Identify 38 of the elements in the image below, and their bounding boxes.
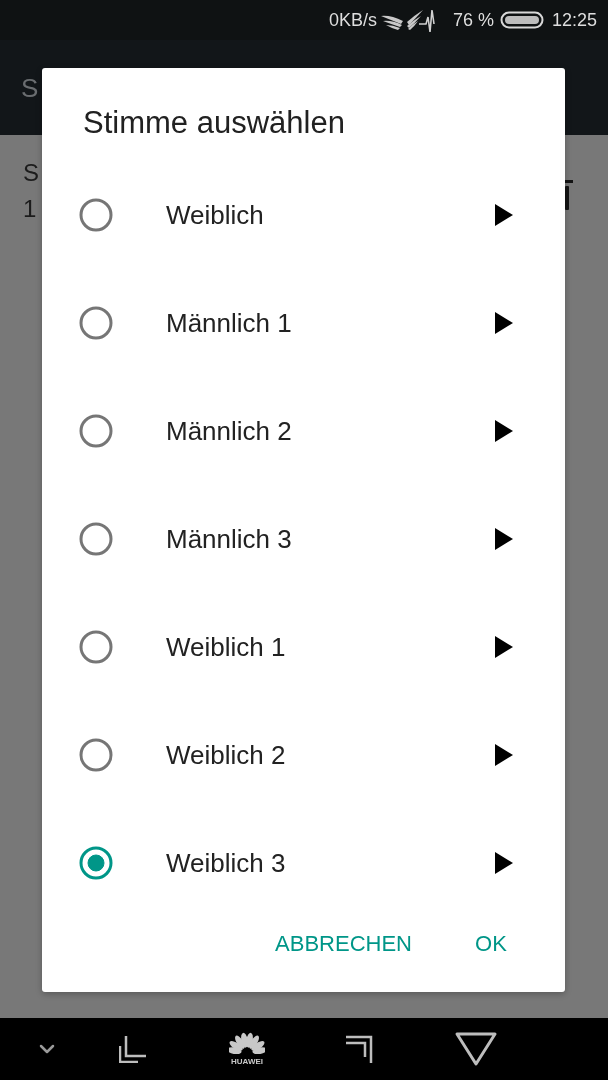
corner-bracket-icon[interactable] [119,1035,147,1063]
trash-can-icon[interactable] [565,180,573,210]
option-label[interactable]: Weiblich 2 [166,739,495,771]
dialog-button[interactable]: ABBRECHEN [263,926,424,962]
play-icon[interactable] [495,204,513,226]
corner-bracket-icon[interactable] [345,1035,373,1063]
radio-button[interactable] [79,738,113,772]
dialog-button[interactable]: OK [459,926,523,962]
clock-time: 12:25 [551,9,597,31]
play-icon[interactable] [495,528,513,550]
triangle-icon[interactable] [454,1031,498,1067]
network-speed: 0KB/s [328,9,377,31]
radio-button[interactable] [79,198,113,232]
play-icon[interactable] [495,420,513,442]
play-icon[interactable] [495,636,513,658]
battery-icon [499,11,544,29]
option-label[interactable]: Weiblich 1 [166,631,495,663]
option-label[interactable]: Männlich 2 [166,415,495,447]
radio-button[interactable] [79,846,113,880]
logo-text: HUAWEI [231,1057,263,1066]
option-label[interactable]: Männlich 3 [166,523,495,555]
play-icon[interactable] [495,744,513,766]
list-text: S [23,159,39,187]
option-label[interactable]: Weiblich 3 [166,847,495,879]
chevron-down-icon[interactable] [39,1044,55,1054]
radio-button[interactable] [79,306,113,340]
play-icon[interactable] [495,312,513,334]
option-label[interactable]: Männlich 1 [166,307,495,339]
flower-logo-icon [229,1032,265,1054]
option-label[interactable]: Weiblich [166,199,495,231]
radio-button[interactable] [79,414,113,448]
app-bar-title: S [21,72,39,103]
battery-percent: 76 % [452,9,494,31]
list-text: 1 [23,195,38,223]
radio-button[interactable] [79,630,113,664]
play-icon[interactable] [495,852,513,874]
dialog-title: Stimme auswählen [82,104,346,142]
radio-button[interactable] [79,522,113,556]
